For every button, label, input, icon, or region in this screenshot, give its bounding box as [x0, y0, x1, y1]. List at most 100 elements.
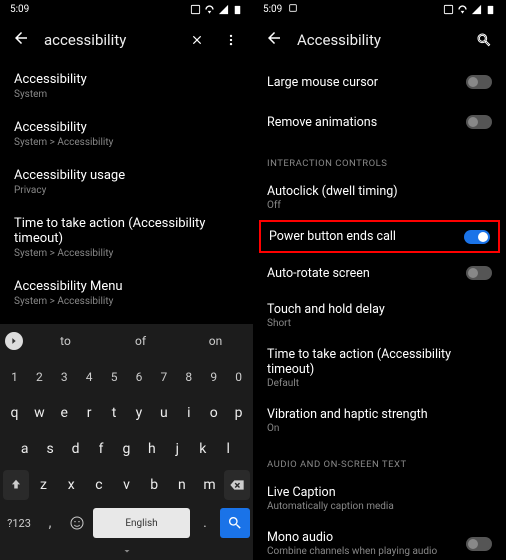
phone-right-settings: 5:09 Accessibility Large mouse cursor Re…: [253, 0, 506, 560]
keyboard-row-q: q w e r t y u i o p: [3, 398, 250, 428]
key-h[interactable]: h: [140, 434, 163, 464]
search-input[interactable]: accessibility: [44, 31, 173, 49]
spacebar[interactable]: English: [93, 508, 190, 538]
key-n[interactable]: n: [169, 470, 195, 500]
key-m[interactable]: m: [197, 470, 223, 500]
key-d[interactable]: d: [64, 434, 87, 464]
settings-header: Accessibility: [253, 18, 506, 62]
more-icon[interactable]: [221, 30, 241, 50]
key-4[interactable]: 4: [78, 362, 101, 392]
key-o[interactable]: o: [202, 398, 225, 428]
key-s[interactable]: s: [38, 434, 61, 464]
setting-live-caption[interactable]: Live Caption Automatically caption media: [253, 476, 506, 521]
key-g[interactable]: g: [115, 434, 138, 464]
key-9[interactable]: 9: [202, 362, 225, 392]
suggestion[interactable]: on: [178, 334, 253, 348]
key-5[interactable]: 5: [103, 362, 126, 392]
search-key[interactable]: [220, 508, 250, 538]
search-header: accessibility: [0, 18, 253, 62]
screenshot-icon: [288, 3, 298, 16]
key-t[interactable]: t: [103, 398, 126, 428]
search-results: Accessibility System Accessibility Syste…: [0, 62, 253, 317]
key-u[interactable]: u: [152, 398, 175, 428]
key-a[interactable]: a: [13, 434, 36, 464]
key-0[interactable]: 0: [227, 362, 250, 392]
setting-autoclick[interactable]: Autoclick (dwell timing) Off: [253, 175, 506, 220]
key-7[interactable]: 7: [152, 362, 175, 392]
comma-key[interactable]: ,: [39, 508, 61, 538]
setting-remove-animations[interactable]: Remove animations: [253, 102, 506, 142]
status-bar: 5:09: [253, 0, 506, 18]
key-3[interactable]: 3: [53, 362, 76, 392]
toggle[interactable]: [466, 75, 492, 89]
key-p[interactable]: p: [227, 398, 250, 428]
period-key[interactable]: .: [194, 508, 216, 538]
key-2[interactable]: 2: [28, 362, 51, 392]
setting-large-mouse-cursor[interactable]: Large mouse cursor: [253, 62, 506, 102]
back-icon[interactable]: [265, 29, 283, 51]
key-j[interactable]: j: [166, 434, 189, 464]
status-icons: [443, 4, 496, 15]
key-b[interactable]: b: [141, 470, 167, 500]
setting-vibration[interactable]: Vibration and haptic strength On: [253, 398, 506, 443]
key-e[interactable]: e: [53, 398, 76, 428]
key-r[interactable]: r: [78, 398, 101, 428]
setting-auto-rotate[interactable]: Auto-rotate screen: [253, 253, 506, 293]
search-result[interactable]: Accessibility Menu System > Accessibilit…: [14, 269, 239, 317]
key-f[interactable]: f: [89, 434, 112, 464]
keyboard-bottom-row: ?123 , English .: [0, 508, 253, 542]
setting-sub: Automatically caption media: [267, 501, 492, 512]
suggestion[interactable]: to: [28, 334, 103, 348]
key-q[interactable]: q: [3, 398, 26, 428]
key-i[interactable]: i: [177, 398, 200, 428]
key-y[interactable]: y: [128, 398, 151, 428]
status-time: 5:09: [10, 4, 29, 15]
setting-time-to-take-action[interactable]: Time to take action (Accessibility timeo…: [253, 338, 506, 398]
result-title: Accessibility: [14, 120, 239, 135]
expand-suggestions-icon[interactable]: [0, 332, 28, 350]
search-result[interactable]: Accessibility System: [14, 62, 239, 110]
setting-title: Remove animations: [267, 115, 456, 130]
backspace-key[interactable]: [224, 470, 250, 500]
key-1[interactable]: 1: [3, 362, 26, 392]
key-v[interactable]: v: [114, 470, 140, 500]
setting-title: Vibration and haptic strength: [267, 407, 492, 422]
suggestion[interactable]: of: [103, 334, 178, 348]
setting-mono-audio[interactable]: Mono audio Combine channels when playing…: [253, 521, 506, 560]
result-sub: System > Accessibility: [14, 137, 239, 148]
page-title: Accessibility: [297, 31, 460, 49]
section-audio-onscreen-text: AUDIO AND ON-SCREEN TEXT: [253, 443, 506, 476]
nav-collapse-icon[interactable]: [0, 542, 253, 560]
key-6[interactable]: 6: [128, 362, 151, 392]
status-time: 5:09: [263, 4, 282, 15]
search-result[interactable]: Time to take action (Accessibility timeo…: [14, 206, 239, 269]
shift-key[interactable]: [3, 470, 29, 500]
key-w[interactable]: w: [28, 398, 51, 428]
toggle[interactable]: [466, 266, 492, 280]
search-result[interactable]: Accessibility usage Privacy: [14, 158, 239, 206]
setting-power-button-ends-call[interactable]: Power button ends call: [259, 220, 500, 253]
key-8[interactable]: 8: [177, 362, 200, 392]
setting-touch-hold-delay[interactable]: Touch and hold delay Short: [253, 293, 506, 338]
search-result[interactable]: Accessibility System > Accessibility: [14, 110, 239, 158]
symbols-key[interactable]: ?123: [3, 508, 35, 538]
key-k[interactable]: k: [191, 434, 214, 464]
back-icon[interactable]: [12, 29, 30, 51]
status-icons: [190, 4, 243, 15]
setting-sub: Short: [267, 318, 492, 329]
key-l[interactable]: l: [217, 434, 240, 464]
setting-sub: Combine channels when playing audio: [267, 546, 456, 557]
setting-title: Auto-rotate screen: [267, 266, 456, 281]
clear-icon[interactable]: [187, 30, 207, 50]
search-icon[interactable]: [474, 30, 494, 50]
key-x[interactable]: x: [58, 470, 84, 500]
keyboard: to of on 1 2 3 4 5 6 7 8 9 0 q w e: [0, 324, 253, 560]
toggle[interactable]: [466, 115, 492, 129]
result-title: Accessibility: [14, 72, 239, 87]
key-c[interactable]: c: [86, 470, 112, 500]
toggle[interactable]: [464, 230, 490, 244]
toggle[interactable]: [466, 537, 492, 551]
key-z[interactable]: z: [31, 470, 57, 500]
setting-sub: Default: [267, 378, 492, 389]
emoji-key[interactable]: [65, 508, 89, 538]
